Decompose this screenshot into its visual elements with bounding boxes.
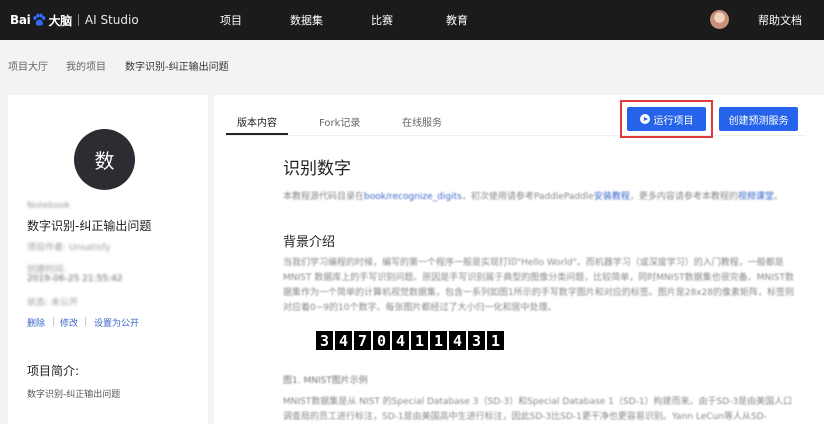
play-icon (639, 114, 650, 124)
run-project-label: 运行项目 (653, 115, 694, 127)
mnist-digit: 7 (354, 331, 371, 350)
intro-paragraph: 本教程源代码目录在book/recognize_digits，初次使用请参考Pa… (283, 190, 798, 205)
figure-caption: 图1. MNIST图片示例 (283, 376, 368, 386)
logo-brand-suffix: 大脑 (48, 13, 72, 28)
mnist-description-paragraph: MNIST数据集是从 NIST 的Special Database 3（SD-3… (283, 397, 793, 422)
mnist-digit: 1 (487, 331, 504, 350)
baidu-paw-icon (33, 13, 46, 26)
action-separator: | (84, 317, 88, 327)
created-time: 2019-06-25 21:55:42 (27, 274, 123, 284)
nav-projects[interactable]: 项目 (220, 12, 242, 28)
mnist-digit: 0 (373, 331, 390, 350)
mnist-digit: 3 (468, 331, 485, 350)
project-type-tag: Notebook (27, 201, 71, 211)
intro-end-text: 。 (773, 192, 783, 202)
tab-version-content[interactable]: 版本内容 (237, 114, 277, 129)
project-intro-heading: 项目简介: (27, 364, 80, 378)
project-avatar: 数 (74, 129, 135, 190)
run-project-button[interactable]: 运行项目 (627, 107, 706, 131)
intro-mid-text: ，初次使用请参考PaddlePaddle (461, 192, 594, 202)
project-author: 项目作者: Unsatisfy (27, 243, 111, 253)
background-paragraph: 当我们学习编程的时候，编写的第一个程序一般是实现打印"Hello World"。… (283, 258, 794, 313)
intro-pre-text: 本教程源代码目录在 (283, 192, 365, 202)
logo-text: Bai (10, 13, 31, 27)
nav-competitions[interactable]: 比赛 (371, 12, 393, 28)
intro-post-text: ，更多内容请参考本教程的 (629, 192, 738, 202)
nav-help-docs[interactable]: 帮助文档 (758, 12, 802, 28)
baidu-ai-studio-logo[interactable]: Bai 大脑 AI Studio (10, 9, 139, 31)
mnist-digit: 4 (392, 331, 409, 350)
mnist-digit: 4 (335, 331, 352, 350)
section-heading-background: 背景介绍 (283, 235, 336, 250)
make-public-link[interactable]: 设置为公开 (94, 316, 139, 329)
logo-divider (77, 14, 79, 26)
nav-datasets[interactable]: 数据集 (290, 12, 323, 28)
mnist-sample-image: 3 4 7 0 4 1 1 4 3 1 (316, 331, 504, 350)
source-dir-link[interactable]: book/recognize_digits (364, 192, 462, 202)
edit-project-link[interactable]: 修改 (60, 316, 78, 329)
top-navbar: Bai 大脑 AI Studio 项目 数据集 比赛 教育 帮助文档 (0, 0, 824, 40)
mnist-digit: 3 (316, 331, 333, 350)
tab-fork-records[interactable]: Fork记录 (319, 114, 360, 129)
project-status: 状态: 未公开 (27, 298, 78, 308)
video-class-link[interactable]: 视频课堂 (738, 192, 774, 202)
nav-education[interactable]: 教育 (446, 12, 468, 28)
breadcrumb-my-projects[interactable]: 我的项目 (66, 58, 106, 73)
install-guide-link[interactable]: 安装教程 (594, 192, 630, 202)
tab-online-service[interactable]: 在线服务 (402, 114, 442, 129)
project-intro-text: 数字识别-纠正输出问题 (27, 390, 121, 400)
breadcrumb-project-hall[interactable]: 项目大厅 (8, 58, 48, 73)
breadcrumb-current-project: 数字识别-纠正输出问题 (125, 62, 229, 73)
project-title: 数字识别-纠正输出问题 (27, 219, 152, 233)
breadcrumb (0, 40, 824, 88)
content-title: 识别数字 (283, 159, 351, 179)
mnist-digit: 4 (449, 331, 466, 350)
mnist-digit: 1 (430, 331, 447, 350)
delete-project-link[interactable]: 删除 (27, 316, 45, 329)
mnist-digit: 1 (411, 331, 428, 350)
ai-studio-label: AI Studio (84, 13, 139, 27)
user-avatar[interactable] (710, 10, 729, 29)
tabs-divider (226, 135, 806, 136)
create-prediction-service-button[interactable]: 创建预测服务 (719, 107, 798, 131)
action-separator: | (52, 317, 56, 327)
